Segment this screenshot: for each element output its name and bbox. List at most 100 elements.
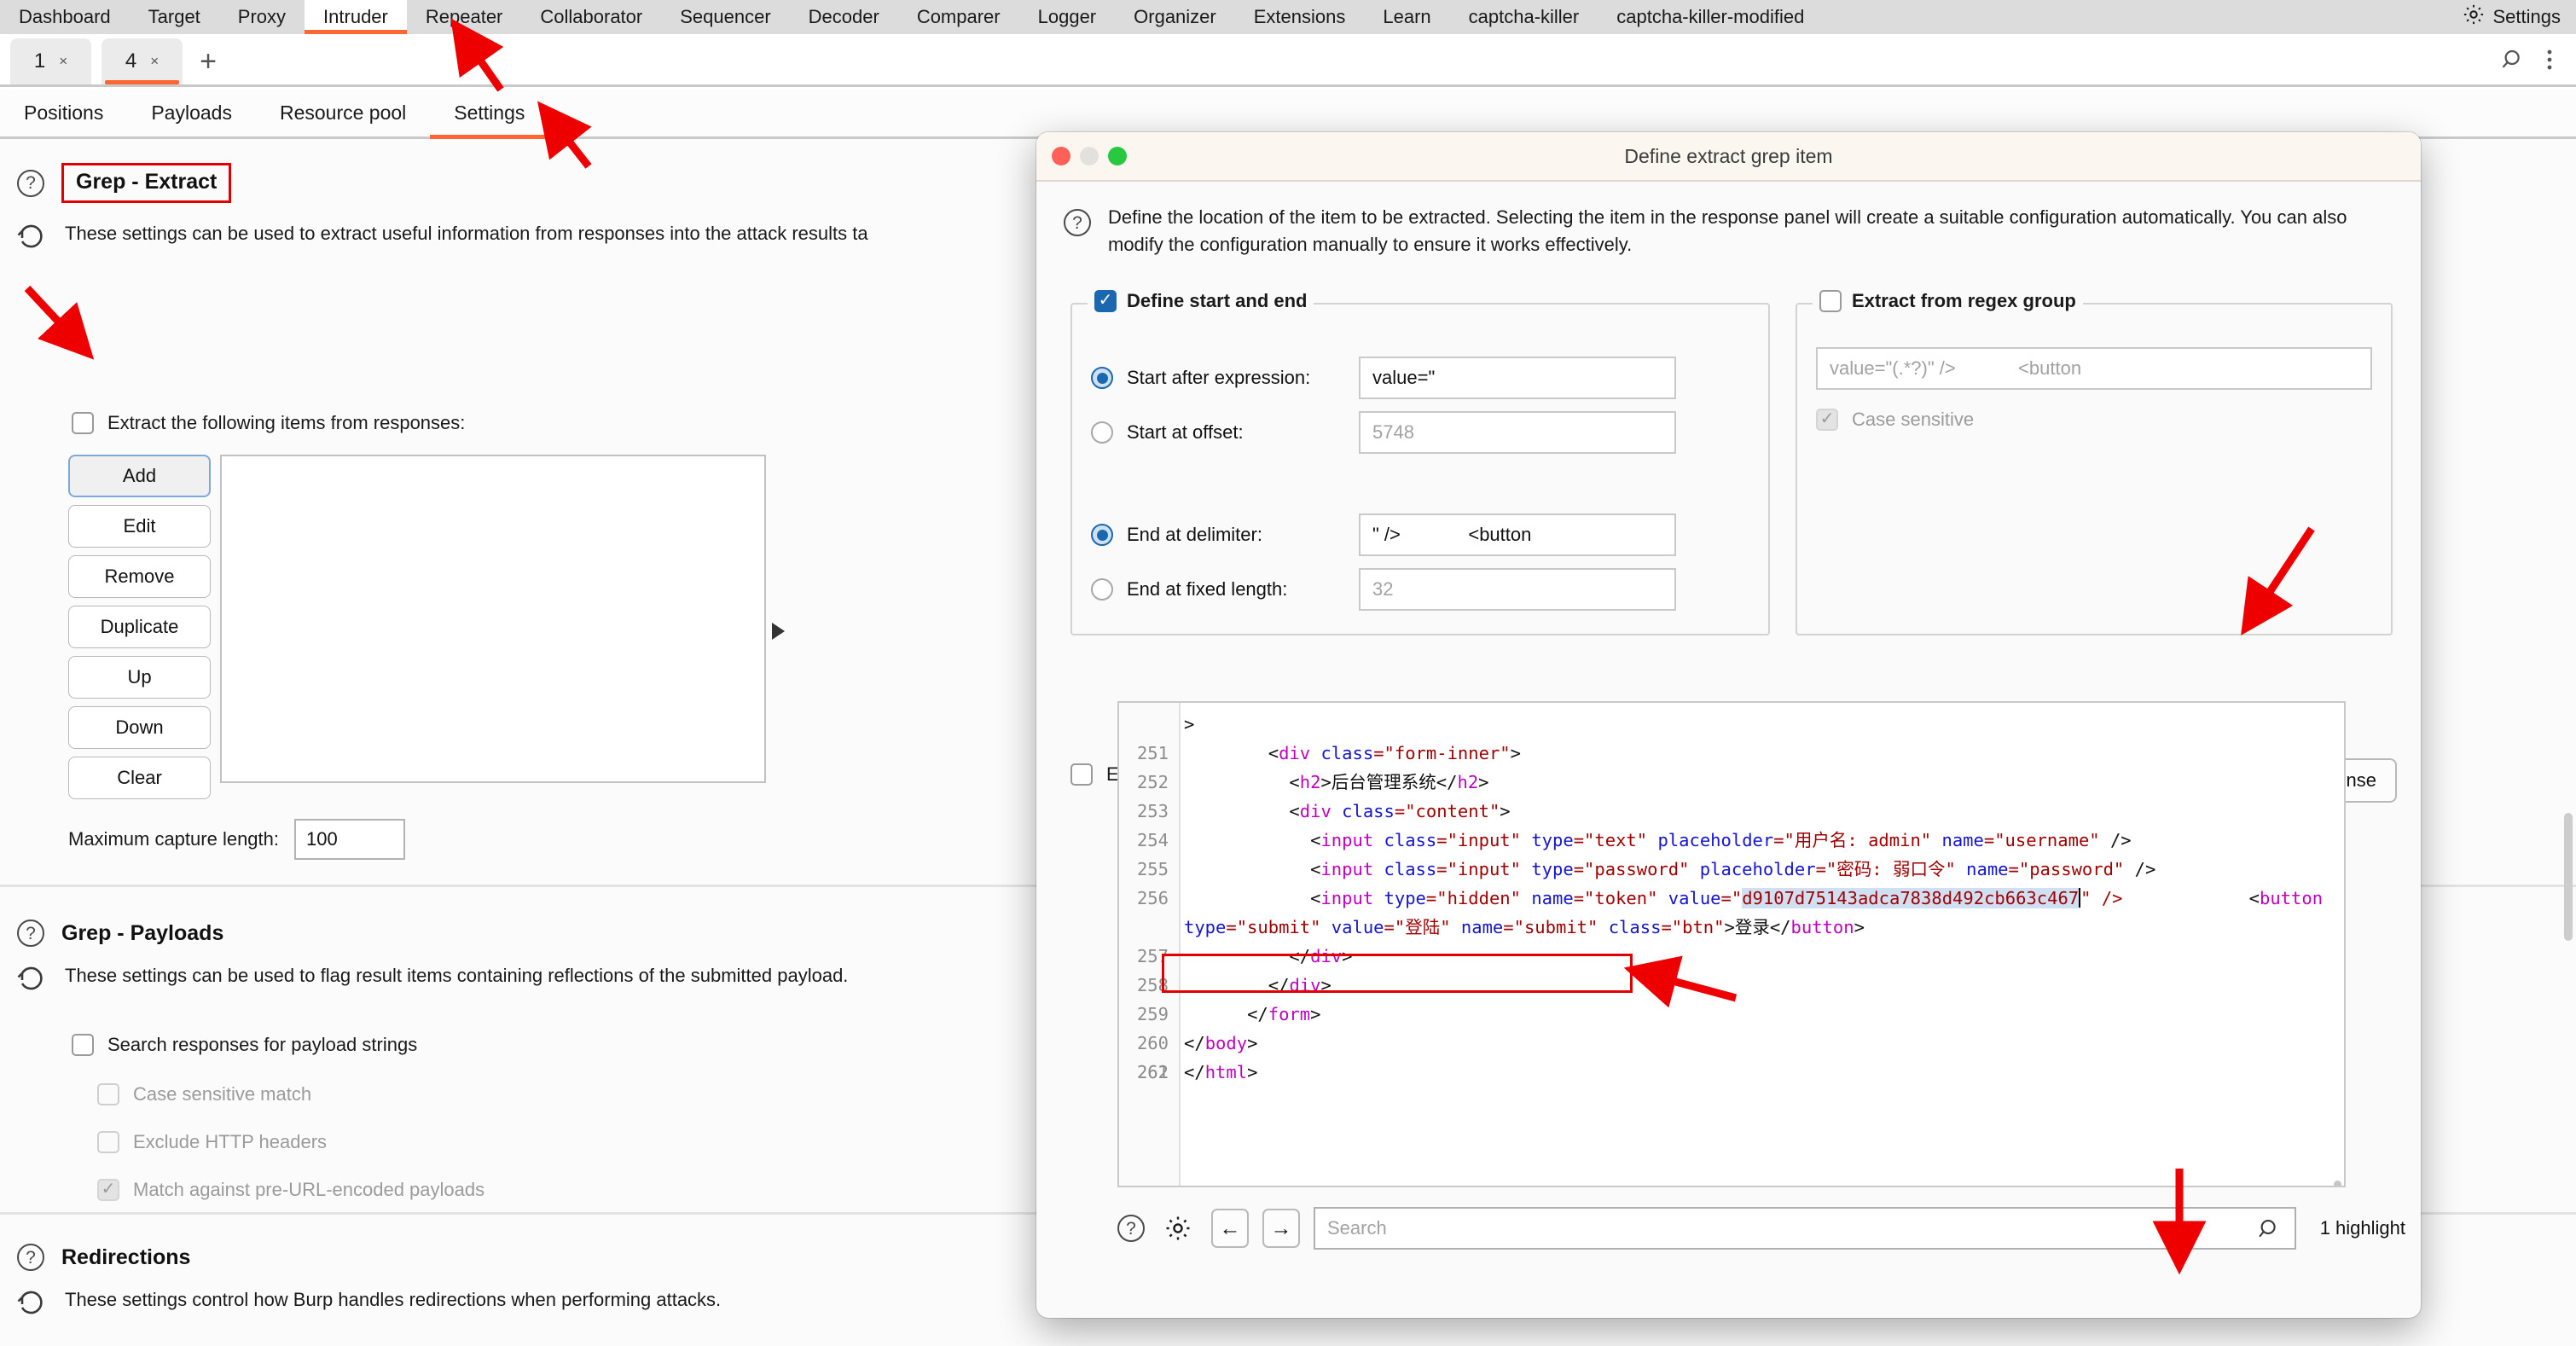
- define-start-end-label: Define start and end: [1127, 290, 1308, 311]
- code-line: </html>: [1184, 1062, 1258, 1082]
- end-at-delimiter-label: End at delimiter:: [1127, 524, 1262, 545]
- start-after-expression-input[interactable]: value=": [1359, 357, 1676, 399]
- end-at-delimiter-input[interactable]: " /> <button: [1359, 513, 1676, 556]
- regex-case-sensitive-label: Case sensitive: [1852, 409, 1975, 430]
- end-at-fixed-length-radio[interactable]: [1091, 578, 1113, 600]
- tab-target[interactable]: Target: [130, 0, 219, 34]
- code-line-number: 252: [1136, 772, 1169, 792]
- start-at-offset-radio[interactable]: [1091, 421, 1113, 444]
- max-capture-length-input[interactable]: 100: [294, 819, 405, 860]
- search-prev-button[interactable]: ←: [1211, 1209, 1249, 1248]
- regex-pattern-input[interactable]: value="(.*?)" /> <button: [1816, 347, 2372, 390]
- code-scrollbar[interactable]: [2334, 1181, 2341, 1186]
- dialog-body: ? Define the location of the item to be …: [1036, 182, 2421, 264]
- subtab-resource-pool[interactable]: Resource pool: [256, 90, 430, 136]
- close-icon[interactable]: ×: [150, 53, 159, 70]
- clear-button[interactable]: Clear: [68, 757, 211, 799]
- add-button[interactable]: Add: [68, 455, 211, 497]
- end-at-delimiter-row[interactable]: End at delimiter: " /> <button: [1091, 508, 1676, 562]
- gear-icon[interactable]: [1158, 1209, 1198, 1248]
- global-settings-label: Settings: [2492, 6, 2561, 27]
- tab-intruder[interactable]: Intruder: [305, 0, 407, 34]
- search-icon[interactable]: [2257, 1216, 2283, 1247]
- code-content[interactable]: > <div class="form-inner"> <h2>后台管理系统</h…: [1184, 703, 2332, 1087]
- tab-decoder[interactable]: Decoder: [790, 0, 898, 34]
- start-at-offset-label: Start at offset:: [1127, 421, 1244, 443]
- tab-organizer[interactable]: Organizer: [1115, 0, 1235, 34]
- attack-tab-bar: 1 × 4 × +: [0, 34, 2576, 87]
- subtab-payloads[interactable]: Payloads: [127, 90, 256, 136]
- tab-collaborator[interactable]: Collaborator: [521, 0, 661, 34]
- search-icon[interactable]: [2501, 47, 2527, 77]
- tab-repeater[interactable]: Repeater: [407, 0, 522, 34]
- grep-payload-option-checkbox[interactable]: [72, 1034, 94, 1056]
- global-settings-button[interactable]: Settings: [2453, 0, 2576, 34]
- subtab-settings[interactable]: Settings: [430, 90, 549, 139]
- reset-icon[interactable]: [17, 965, 46, 994]
- tab-proxy[interactable]: Proxy: [219, 0, 305, 34]
- tab-captcha-killer-modified[interactable]: captcha-killer-modified: [1598, 0, 1823, 34]
- define-start-end-legend[interactable]: Define start and end: [1088, 290, 1314, 312]
- highlight-count: 1 highlight: [2319, 1217, 2405, 1239]
- response-code-viewer[interactable]: 251 252 253 254 255 256 257 258 259 260 261 262 > <…: [1117, 701, 2346, 1187]
- help-circle-icon[interactable]: ?: [17, 1244, 44, 1271]
- help-circle-icon[interactable]: ?: [17, 920, 44, 947]
- attack-tab-1[interactable]: 1 ×: [10, 38, 91, 84]
- tab-dashboard[interactable]: Dashboard: [0, 0, 130, 34]
- grep-payload-option-label: Search responses for payload strings: [107, 1034, 418, 1055]
- extract-items-checkbox[interactable]: [72, 412, 94, 434]
- exclude-http-headers-checkbox[interactable]: [1070, 763, 1093, 786]
- tab-captcha-killer[interactable]: captcha-killer: [1450, 0, 1598, 34]
- tab-extensions[interactable]: Extensions: [1235, 0, 1365, 34]
- code-search-input[interactable]: Search: [1314, 1207, 2296, 1250]
- extract-items-checkbox-row[interactable]: Extract the following items from respons…: [72, 412, 465, 434]
- grep-payloads-title: Grep - Payloads: [61, 920, 224, 945]
- end-at-delimiter-radio[interactable]: [1091, 524, 1113, 546]
- code-line-number: 257: [1136, 946, 1169, 966]
- reset-icon[interactable]: [17, 1289, 46, 1318]
- start-at-offset-input[interactable]: 5748: [1359, 411, 1676, 454]
- remove-button[interactable]: Remove: [68, 555, 211, 598]
- help-circle-icon[interactable]: ?: [17, 169, 44, 197]
- extract-regex-legend[interactable]: Extract from regex group: [1813, 290, 2083, 312]
- attack-tab-label: 1: [33, 49, 46, 73]
- help-circle-icon[interactable]: ?: [1117, 1215, 1145, 1242]
- new-attack-tab-button[interactable]: +: [183, 38, 234, 84]
- extract-regex-checkbox[interactable]: [1819, 290, 1842, 312]
- down-button[interactable]: Down: [68, 706, 211, 749]
- define-start-end-group: Define start and end Start after express…: [1070, 290, 1770, 635]
- up-button[interactable]: Up: [68, 656, 211, 699]
- selected-token: d9107d75143adca7838d492cb663c467: [1742, 888, 2080, 908]
- start-at-offset-row[interactable]: Start at offset: 5748: [1091, 405, 1676, 460]
- code-line-number: [1119, 710, 1179, 739]
- reset-icon[interactable]: [17, 223, 46, 252]
- expand-arrow-icon[interactable]: [772, 623, 785, 640]
- define-start-end-checkbox[interactable]: [1094, 290, 1117, 312]
- grep-payload-option-row: Exclude HTTP headers: [97, 1123, 484, 1161]
- end-at-fixed-length-input[interactable]: 32: [1359, 568, 1676, 611]
- tab-logger[interactable]: Logger: [1019, 0, 1116, 34]
- edit-button[interactable]: Edit: [68, 505, 211, 548]
- extract-from-regex-group: Extract from regex group value="(.*?)" /…: [1796, 290, 2393, 635]
- attack-tab-4[interactable]: 4 ×: [102, 38, 183, 84]
- code-line-number: 256: [1136, 888, 1169, 908]
- grep-payload-option-row[interactable]: Search responses for payload strings: [72, 1026, 484, 1064]
- pane-scrollbar[interactable]: [2564, 813, 2573, 941]
- start-after-expression-row[interactable]: Start after expression: value=": [1091, 351, 1676, 405]
- tab-comparer[interactable]: Comparer: [898, 0, 1019, 34]
- subtab-positions[interactable]: Positions: [0, 90, 127, 136]
- tab-sequencer[interactable]: Sequencer: [661, 0, 789, 34]
- more-vertical-icon[interactable]: [2545, 47, 2554, 77]
- gear-icon: [2462, 3, 2486, 32]
- end-at-fixed-length-row[interactable]: End at fixed length: 32: [1091, 562, 1676, 617]
- tab-learn[interactable]: Learn: [1364, 0, 1449, 34]
- close-icon[interactable]: ×: [59, 53, 67, 70]
- search-next-button[interactable]: →: [1262, 1209, 1300, 1248]
- attack-tab-label: 4: [125, 49, 137, 73]
- grep-extract-items-list[interactable]: [220, 455, 766, 783]
- start-after-expression-radio[interactable]: [1091, 367, 1113, 389]
- code-line: >: [1184, 714, 1195, 734]
- help-circle-icon[interactable]: ?: [1064, 209, 1091, 236]
- duplicate-button[interactable]: Duplicate: [68, 606, 211, 648]
- tab-bar-spacer: [1823, 0, 2452, 34]
